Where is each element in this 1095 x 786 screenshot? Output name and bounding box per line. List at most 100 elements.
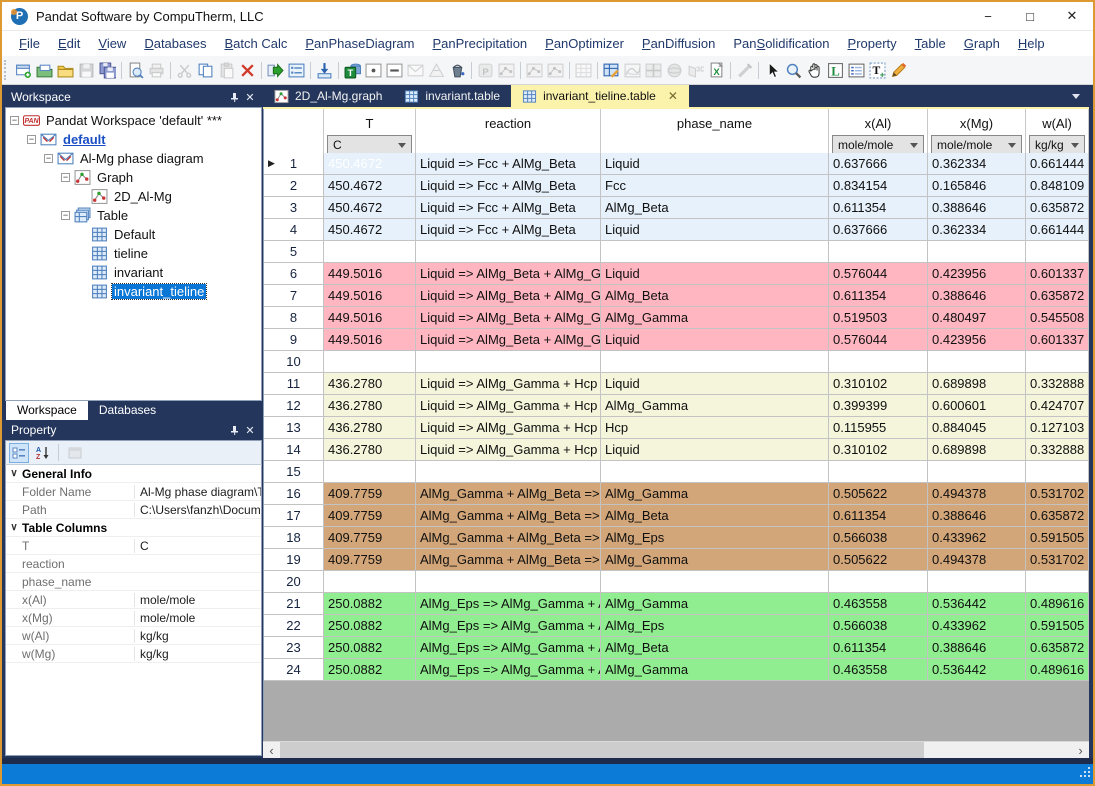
row-header-cell[interactable]: 14 xyxy=(264,439,324,461)
cell-T[interactable]: 409.7759 xyxy=(324,505,416,527)
cell-xAl[interactable]: 0.611354 xyxy=(829,197,928,219)
menu-item-panoptimizer[interactable]: PanOptimizer xyxy=(536,32,633,55)
tree-item-default[interactable]: Default xyxy=(8,225,261,244)
cell-phase[interactable]: AlMg_Gamma xyxy=(601,549,829,571)
row-header-cell[interactable]: 9 xyxy=(264,329,324,351)
cell-xAl[interactable] xyxy=(829,351,928,373)
row-header-cell[interactable]: 17 xyxy=(264,505,324,527)
open-workspace-icon[interactable] xyxy=(34,59,55,81)
cell-xMg[interactable]: 0.362334 xyxy=(928,153,1026,175)
menu-item-property[interactable]: Property xyxy=(839,32,906,55)
cell-xAl[interactable]: 0.399399 xyxy=(829,395,928,417)
new-workspace-icon[interactable] xyxy=(13,59,34,81)
cell-wAl[interactable]: 0.545508 xyxy=(1026,307,1089,329)
row-header-cell[interactable]: 15 xyxy=(264,461,324,483)
cell-xMg[interactable]: 0.388646 xyxy=(928,197,1026,219)
collapse-chevron-icon[interactable]: ∨ xyxy=(6,522,22,533)
cell-T[interactable]: 250.0882 xyxy=(324,593,416,615)
panel-tab-workspace[interactable]: Workspace xyxy=(6,401,88,420)
cell-xMg[interactable] xyxy=(928,461,1026,483)
cell-wAl[interactable]: 0.635872 xyxy=(1026,197,1089,219)
cell-xAl[interactable]: 0.566038 xyxy=(829,615,928,637)
close-tab-icon[interactable]: ✕ xyxy=(668,89,678,103)
tree-expander[interactable]: − xyxy=(44,154,53,163)
property-category[interactable]: ∨Table Columns xyxy=(6,519,261,537)
toolbar-grip[interactable] xyxy=(4,60,10,80)
cell-phase[interactable]: AlMg_Eps xyxy=(601,527,829,549)
cell-xMg[interactable]: 0.423956 xyxy=(928,263,1026,285)
menu-item-edit[interactable]: Edit xyxy=(49,32,89,55)
cell-reaction[interactable]: AlMg_Gamma + AlMg_Beta => Al... xyxy=(416,505,601,527)
menu-item-graph[interactable]: Graph xyxy=(955,32,1009,55)
cell-xMg[interactable] xyxy=(928,351,1026,373)
cell-xMg[interactable]: 0.433962 xyxy=(928,527,1026,549)
cell-reaction[interactable]: Liquid => AlMg_Beta + AlMg_Ga... xyxy=(416,329,601,351)
row-header-cell[interactable]: 21 xyxy=(264,593,324,615)
doc-tab-invariant_tieline-table[interactable]: invariant_tieline.table✕ xyxy=(511,85,689,107)
cell-wAl[interactable]: 0.591505 xyxy=(1026,527,1089,549)
cell-xMg[interactable]: 0.536442 xyxy=(928,593,1026,615)
cell-xAl[interactable] xyxy=(829,571,928,593)
cell-wAl[interactable]: 0.489616 xyxy=(1026,593,1089,615)
cell-T[interactable]: 409.7759 xyxy=(324,549,416,571)
cell-T[interactable]: 450.4672 xyxy=(324,153,416,175)
cell-wAl[interactable]: 0.591505 xyxy=(1026,615,1089,637)
cell-xAl[interactable]: 0.834154 xyxy=(829,175,928,197)
resize-grip[interactable] xyxy=(1079,765,1091,783)
cell-T[interactable]: 449.5016 xyxy=(324,285,416,307)
cell-xAl[interactable]: 0.611354 xyxy=(829,285,928,307)
pan-tool-icon[interactable] xyxy=(804,59,825,81)
cell-xAl[interactable]: 0.505622 xyxy=(829,483,928,505)
cell-wAl[interactable]: 0.661444 xyxy=(1026,219,1089,241)
cell-wAl[interactable] xyxy=(1026,571,1089,593)
cell-xAl[interactable]: 0.611354 xyxy=(829,505,928,527)
cell-phase[interactable]: AlMg_Beta xyxy=(601,285,829,307)
cell-T[interactable] xyxy=(324,351,416,373)
edit-table-icon[interactable] xyxy=(601,59,622,81)
cell-xAl[interactable]: 0.611354 xyxy=(829,637,928,659)
cell-wAl[interactable]: 0.424707 xyxy=(1026,395,1089,417)
cell-phase[interactable]: Liquid xyxy=(601,219,829,241)
legend-tool-icon[interactable] xyxy=(846,59,867,81)
row-header-cell[interactable]: 20 xyxy=(264,571,324,593)
cell-T[interactable]: 436.2780 xyxy=(324,373,416,395)
tree-item-invariant[interactable]: invariant xyxy=(8,263,261,282)
cell-wAl[interactable]: 0.601337 xyxy=(1026,329,1089,351)
cell-reaction[interactable]: AlMg_Gamma + AlMg_Beta => Al... xyxy=(416,549,601,571)
cell-reaction[interactable]: Liquid => Fcc + AlMg_Beta xyxy=(416,197,601,219)
cell-xMg[interactable]: 0.689898 xyxy=(928,439,1026,461)
tree-item-tieline[interactable]: tieline xyxy=(8,244,261,263)
line-calculation-icon[interactable] xyxy=(384,59,405,81)
cell-T[interactable]: 450.4672 xyxy=(324,175,416,197)
close-panel-icon[interactable]: ✕ xyxy=(242,90,258,104)
cell-xAl[interactable] xyxy=(829,241,928,263)
cell-xMg[interactable]: 0.388646 xyxy=(928,285,1026,307)
cell-phase[interactable]: AlMg_Gamma xyxy=(601,307,829,329)
cell-xAl[interactable]: 0.576044 xyxy=(829,329,928,351)
cell-reaction[interactable]: Liquid => Fcc + AlMg_Beta xyxy=(416,175,601,197)
tree-item-al-mg-phase-diagram[interactable]: −Al-Mg phase diagram xyxy=(8,149,261,168)
close-button[interactable]: ✕ xyxy=(1051,2,1093,30)
cell-T[interactable]: 409.7759 xyxy=(324,483,416,505)
cell-phase[interactable]: AlMg_Gamma xyxy=(601,593,829,615)
row-header-cell[interactable]: 19 xyxy=(264,549,324,571)
cell-xMg[interactable]: 0.388646 xyxy=(928,505,1026,527)
delete-icon[interactable] xyxy=(237,59,258,81)
menu-item-pansolidification[interactable]: PanSolidification xyxy=(724,32,838,55)
cell-wAl[interactable]: 0.635872 xyxy=(1026,285,1089,307)
cell-phase[interactable]: AlMg_Beta xyxy=(601,197,829,219)
row-header-cell[interactable]: ▶1 xyxy=(264,153,324,175)
menu-item-view[interactable]: View xyxy=(89,32,135,55)
cell-phase[interactable]: AlMg_Gamma xyxy=(601,395,829,417)
tree-item-2d_al-mg[interactable]: 2D_Al-Mg xyxy=(8,187,261,206)
cell-reaction[interactable]: Liquid => AlMg_Gamma + Hcp xyxy=(416,373,601,395)
tree-expander[interactable]: − xyxy=(10,116,19,125)
tree-expander[interactable]: − xyxy=(61,211,70,220)
cell-T[interactable]: 449.5016 xyxy=(324,329,416,351)
cell-reaction[interactable]: AlMg_Eps => AlMg_Gamma + Al... xyxy=(416,615,601,637)
cell-phase[interactable] xyxy=(601,241,829,263)
row-header-cell[interactable]: 2 xyxy=(264,175,324,197)
tree-item-table[interactable]: −Table xyxy=(8,206,261,225)
property-value[interactable]: mole/mole xyxy=(134,611,261,625)
cell-xAl[interactable]: 0.115955 xyxy=(829,417,928,439)
